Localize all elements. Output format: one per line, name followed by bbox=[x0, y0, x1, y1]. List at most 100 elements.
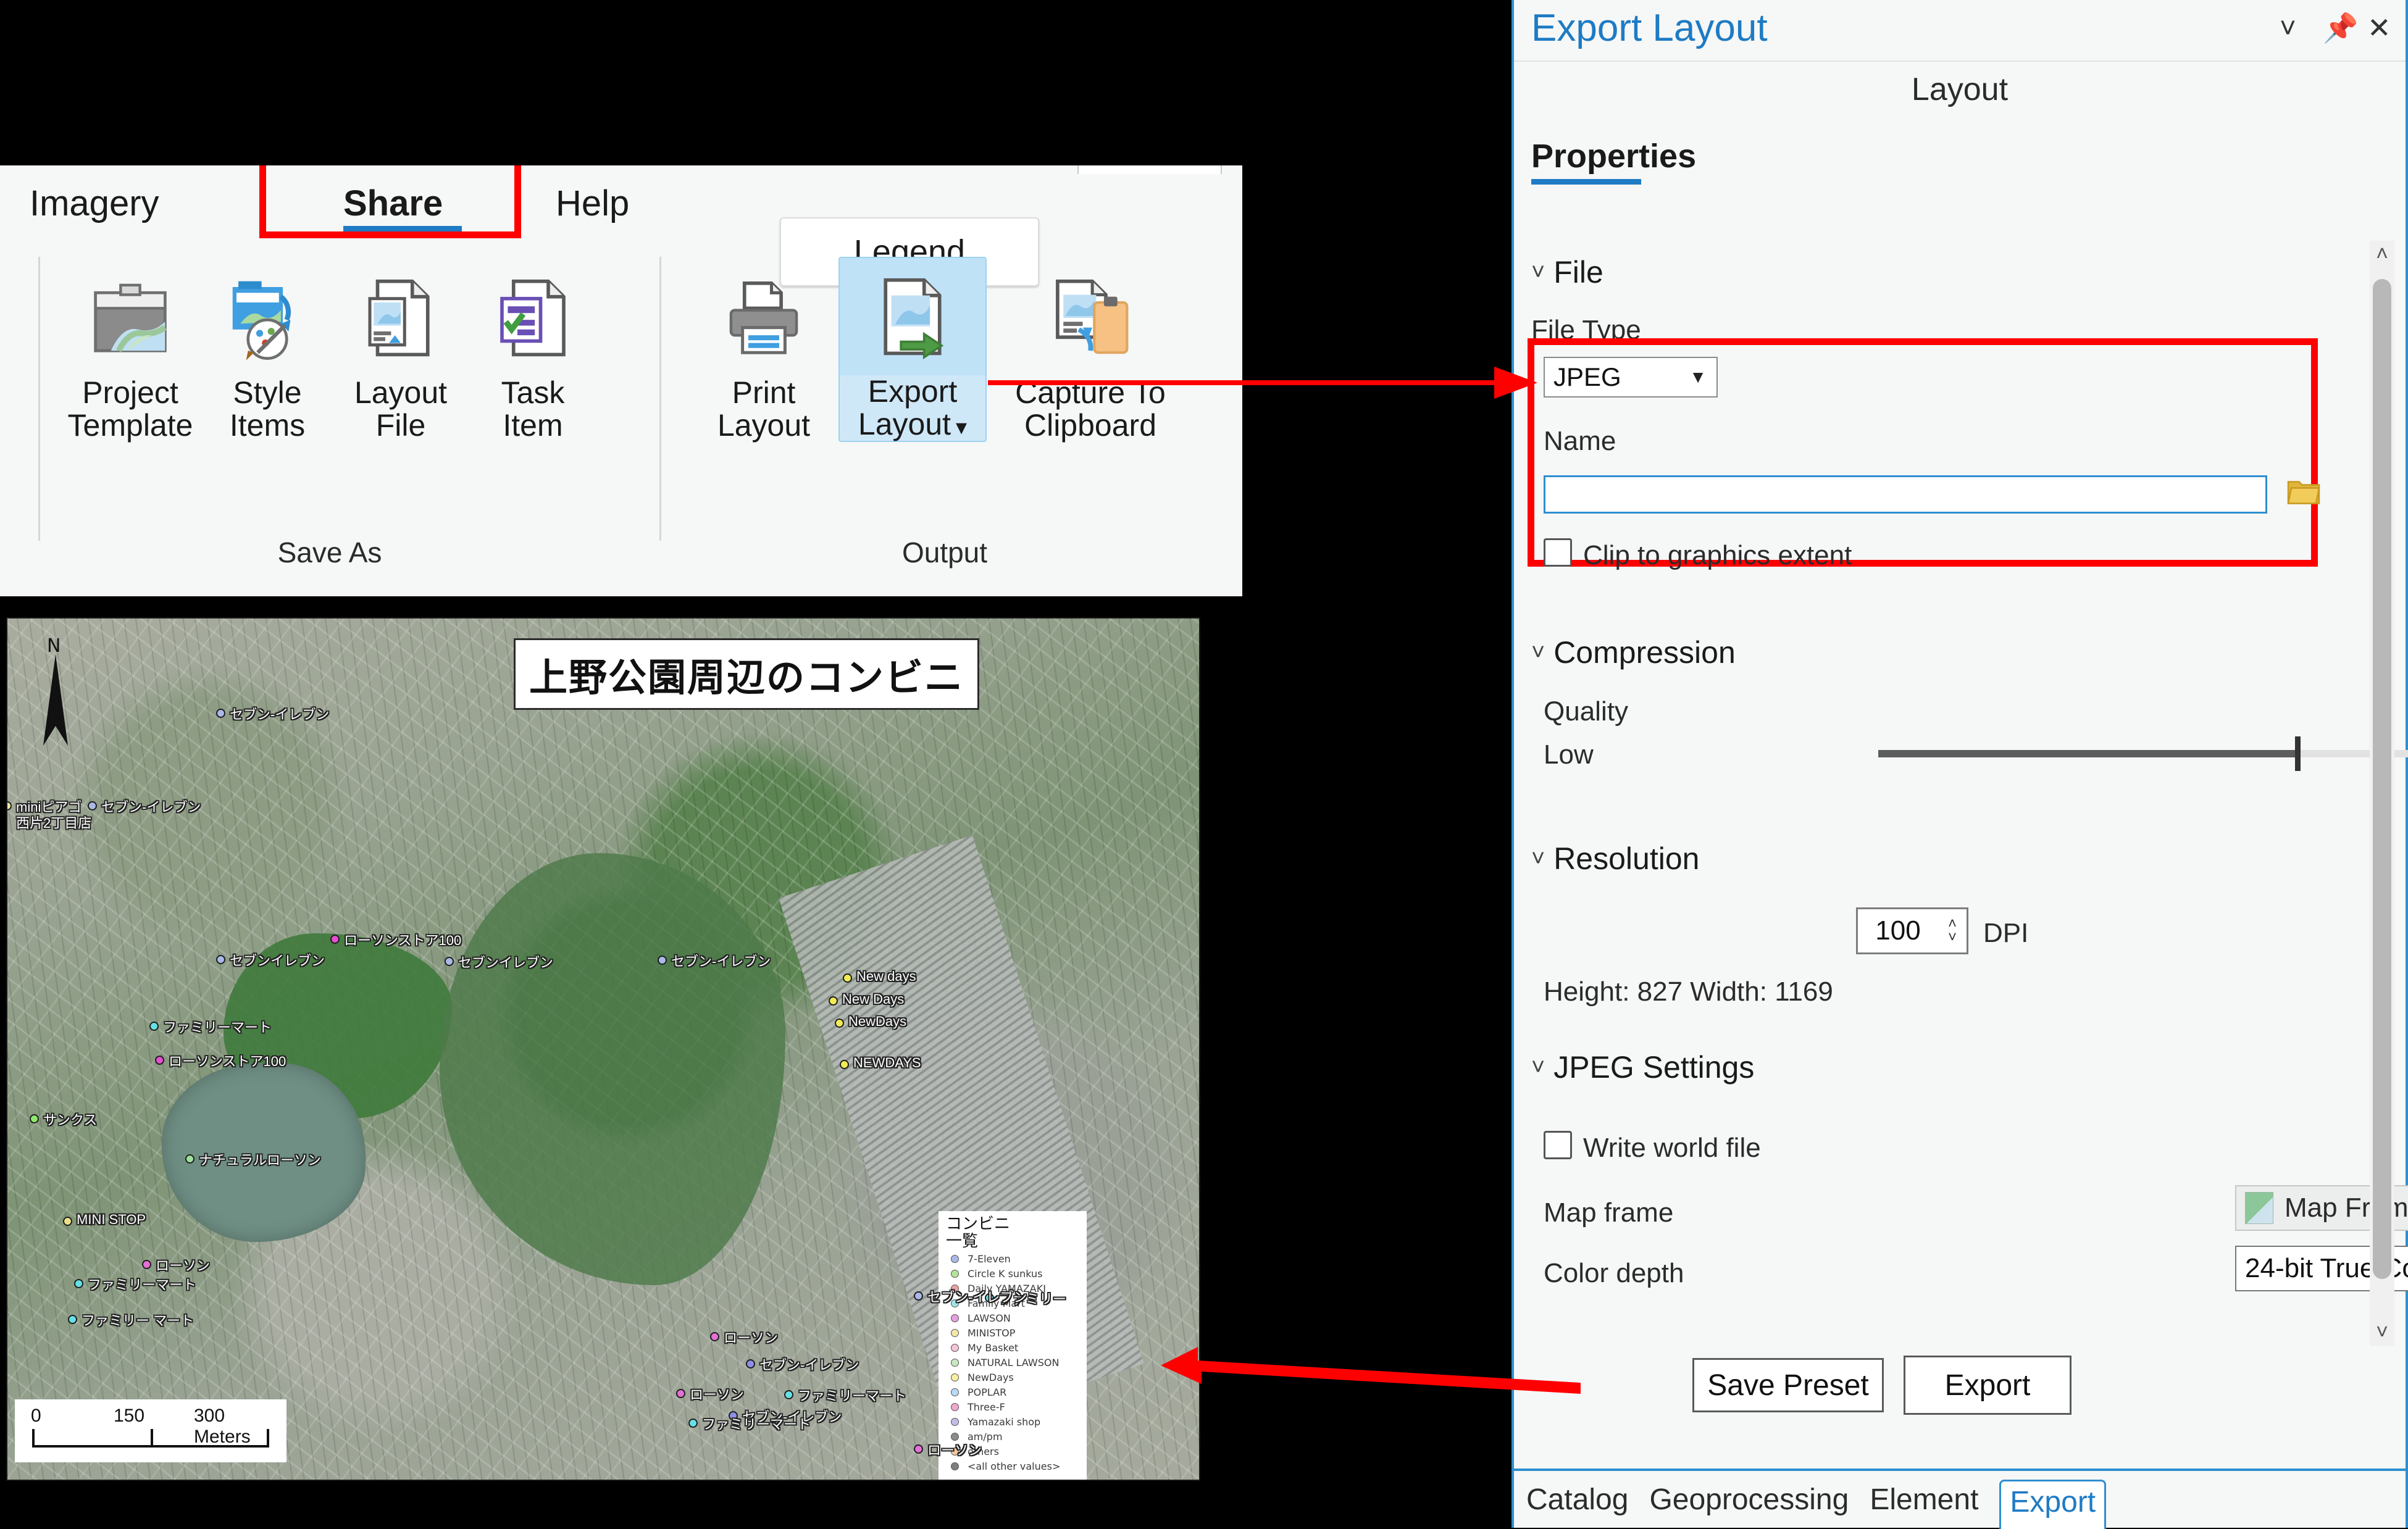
map-point-label: ファミリーマート bbox=[798, 1388, 907, 1404]
map-point-marker[interactable] bbox=[676, 1389, 685, 1398]
map-point-marker[interactable] bbox=[843, 973, 852, 983]
map-point-marker[interactable] bbox=[216, 955, 225, 964]
map-point-marker[interactable] bbox=[710, 1332, 719, 1341]
dpi-stepper[interactable]: 100 ˄ ˅ bbox=[1856, 907, 1968, 954]
map-point-marker[interactable] bbox=[216, 709, 225, 718]
close-icon[interactable]: ✕ bbox=[2367, 11, 2391, 44]
ribbon-button-label-line1: Project bbox=[82, 375, 178, 410]
map-point-marker[interactable] bbox=[68, 1315, 77, 1324]
map-point-marker[interactable] bbox=[88, 801, 97, 810]
ribbon-button-layout-file[interactable]: Layout File bbox=[330, 259, 472, 442]
map-point-label: セブン-イレブン bbox=[759, 1357, 859, 1373]
map-point-marker[interactable] bbox=[658, 956, 667, 965]
panel-header-divider bbox=[1514, 60, 2406, 62]
ribbon-button-label-line2: Layout bbox=[858, 407, 951, 441]
tab-properties[interactable]: Properties bbox=[1531, 137, 1696, 175]
map-legend-item: My Basket bbox=[946, 1342, 1081, 1354]
chevron-down-icon[interactable]: ˅ bbox=[1948, 930, 1957, 945]
bottom-tab-catalog[interactable]: Catalog bbox=[1526, 1483, 1628, 1517]
file-type-dropdown[interactable]: JPEG ▼ bbox=[1544, 357, 1718, 398]
ribbon-button-label-line2: Layout bbox=[717, 408, 811, 443]
project-template-icon bbox=[59, 259, 201, 377]
map-layout-view[interactable]: N 上野公園周辺のコンビニ 0 150 300 Meters コンビニ 一覧 7… bbox=[6, 617, 1200, 1481]
map-point-marker[interactable] bbox=[445, 957, 454, 966]
map-point-marker[interactable] bbox=[835, 1019, 844, 1028]
ribbon-button-project-template[interactable]: Project Template bbox=[59, 259, 201, 442]
ribbon-group-label-save-as: Save As bbox=[277, 536, 382, 569]
map-point-marker[interactable] bbox=[149, 1022, 159, 1031]
name-input[interactable] bbox=[1544, 475, 2267, 514]
clip-to-graphics-extent-checkbox[interactable] bbox=[1544, 538, 1572, 567]
map-point-marker[interactable] bbox=[185, 1154, 194, 1164]
quality-slider-fill bbox=[1878, 750, 2297, 757]
map-legend-swatch bbox=[951, 1388, 959, 1396]
ribbon-tab-imagery[interactable]: Imagery bbox=[30, 183, 159, 224]
map-point-label: サンクス bbox=[43, 1112, 98, 1128]
scrollbar-thumb[interactable] bbox=[2373, 279, 2391, 1279]
chevron-down-icon[interactable]: ˅ bbox=[2280, 11, 2296, 44]
map-point-marker[interactable] bbox=[142, 1260, 151, 1269]
export-button[interactable]: Export bbox=[1904, 1356, 2071, 1415]
scroll-up-arrow-icon[interactable]: ˄ bbox=[2370, 242, 2394, 266]
map-legend-swatch bbox=[951, 1314, 959, 1322]
printer-icon bbox=[693, 259, 835, 377]
bottom-tab-geoprocessing[interactable]: Geoprocessing bbox=[1649, 1483, 1849, 1517]
quality-slider-handle[interactable] bbox=[2294, 736, 2301, 771]
bottom-tab-element[interactable]: Element bbox=[1870, 1483, 1978, 1517]
section-header-resolution[interactable]: ˅ Resolution bbox=[1531, 841, 1699, 877]
map-legend-swatch bbox=[951, 1329, 959, 1337]
map-point-marker[interactable] bbox=[74, 1279, 83, 1288]
map-legend-swatch bbox=[951, 1359, 959, 1367]
map-point-marker[interactable] bbox=[784, 1390, 793, 1399]
map-point-marker[interactable] bbox=[30, 1114, 39, 1123]
ribbon-button-capture-to-clipboard[interactable]: Capture To Clipboard bbox=[992, 259, 1189, 442]
ribbon-button-label-line1: Layout bbox=[354, 375, 448, 410]
map-legend-item: 7-Eleven bbox=[946, 1253, 1081, 1265]
pin-icon[interactable]: 📌 bbox=[2323, 11, 2358, 45]
map-point-marker[interactable] bbox=[914, 1291, 923, 1301]
write-world-file-checkbox[interactable] bbox=[1544, 1131, 1572, 1159]
ribbon-button-export-layout[interactable]: Export Layout ▾ bbox=[838, 257, 987, 442]
label-quality-low: Low bbox=[1544, 740, 1594, 770]
map-legend-label: POPLAR bbox=[968, 1386, 1007, 1398]
svg-text:N: N bbox=[47, 635, 61, 657]
map-point-marker[interactable] bbox=[330, 935, 340, 944]
panel-title: Export Layout bbox=[1531, 7, 1768, 49]
scroll-down-arrow-icon[interactable]: ˅ bbox=[2370, 1320, 2394, 1344]
map-point-marker[interactable] bbox=[155, 1056, 164, 1065]
panel-scrollbar[interactable]: ˄ ˅ bbox=[2370, 241, 2394, 1346]
ribbon-tab-help[interactable]: Help bbox=[556, 183, 629, 224]
ribbon-button-style-items[interactable]: Style Items bbox=[196, 259, 338, 442]
export-layout-panel: Export Layout ˅ 📌 ✕ Layout Properties ˅ F… bbox=[1511, 0, 2408, 1529]
ribbon-button-print-layout[interactable]: Print Layout bbox=[693, 259, 835, 442]
map-point-marker[interactable] bbox=[840, 1060, 849, 1069]
map-point-marker[interactable] bbox=[914, 1444, 923, 1454]
ribbon-button-label-line1: Style bbox=[233, 375, 302, 410]
map-point-marker[interactable] bbox=[63, 1217, 72, 1226]
map-point-marker[interactable] bbox=[829, 996, 838, 1006]
save-preset-button[interactable]: Save Preset bbox=[1692, 1358, 1884, 1412]
section-header-jpeg-settings[interactable]: ˅ JPEG Settings bbox=[1531, 1049, 1754, 1085]
scalebar-label-left: 0 bbox=[31, 1406, 41, 1426]
ribbon-button-label-line2: Clipboard bbox=[1024, 408, 1156, 443]
dpi-stepper-arrows[interactable]: ˄ ˅ bbox=[1938, 909, 1967, 952]
section-header-file[interactable]: ˅ File bbox=[1531, 254, 1603, 290]
map-point-label: セブン-イレブン bbox=[101, 799, 201, 815]
bottom-tab-export[interactable]: Export bbox=[1999, 1480, 2107, 1529]
label-map-frame: Map frame bbox=[1544, 1198, 1674, 1228]
map-point-marker[interactable] bbox=[746, 1359, 755, 1369]
map-legend-swatch bbox=[951, 1373, 959, 1381]
dpi-value: 100 bbox=[1875, 915, 1921, 946]
panel-bottom-tabbar: Catalog Geoprocessing Element Export bbox=[1514, 1471, 2406, 1529]
browse-folder-icon[interactable] bbox=[2285, 474, 2323, 511]
task-item-icon bbox=[462, 259, 604, 377]
ribbon-button-task-item[interactable]: Task Item bbox=[462, 259, 604, 442]
section-header-compression[interactable]: ˅ Compression bbox=[1531, 635, 1736, 670]
chevron-down-icon[interactable]: ▾ bbox=[956, 414, 967, 440]
ribbon-button-label-line2: Items bbox=[229, 408, 306, 443]
map-point-marker[interactable] bbox=[688, 1419, 698, 1428]
map-legend-label: My Basket bbox=[968, 1342, 1019, 1354]
ribbon-button-label-line1: Export bbox=[867, 374, 958, 409]
quality-slider[interactable] bbox=[1878, 736, 2408, 771]
map-title: 上野公園周辺のコンビニ bbox=[514, 638, 980, 710]
